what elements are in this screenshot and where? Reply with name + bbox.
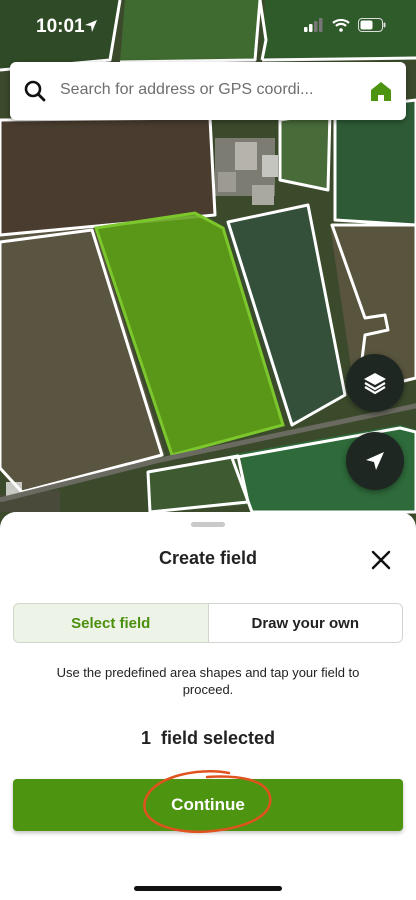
continue-button[interactable]: Continue xyxy=(13,770,403,834)
search-icon xyxy=(24,80,46,102)
battery-icon xyxy=(358,18,386,32)
home-indicator xyxy=(134,886,282,891)
location-arrow-icon xyxy=(85,20,97,32)
home-icon[interactable] xyxy=(370,81,392,102)
selected-count: 1 field selected xyxy=(140,728,276,748)
layers-icon xyxy=(364,373,386,395)
tab-draw-your-own[interactable]: Draw your own xyxy=(208,604,402,642)
instruction-text: Use the predefined area shapes and tap y… xyxy=(56,665,360,697)
status-bar: 10:01 xyxy=(0,0,416,52)
status-time: 10:01 xyxy=(36,16,85,37)
sheet-grabber[interactable] xyxy=(191,522,225,527)
close-icon[interactable] xyxy=(370,549,392,571)
create-field-sheet: Create field Select field Draw your own … xyxy=(0,512,416,900)
mode-segmented-control: Select field Draw your own xyxy=(13,603,403,643)
signal-icon xyxy=(304,18,323,32)
my-location-button[interactable] xyxy=(346,432,404,490)
map-layers-button[interactable] xyxy=(346,354,404,412)
tab-select-field[interactable]: Select field xyxy=(14,604,209,642)
sheet-title: Create field xyxy=(158,548,258,568)
wifi-icon xyxy=(332,18,350,32)
search-bar[interactable]: Search for address or GPS coordi... xyxy=(10,62,406,120)
search-input[interactable]: Search for address or GPS coordi... xyxy=(60,81,313,99)
navigation-icon xyxy=(366,452,384,470)
continue-label: Continue xyxy=(171,795,245,814)
